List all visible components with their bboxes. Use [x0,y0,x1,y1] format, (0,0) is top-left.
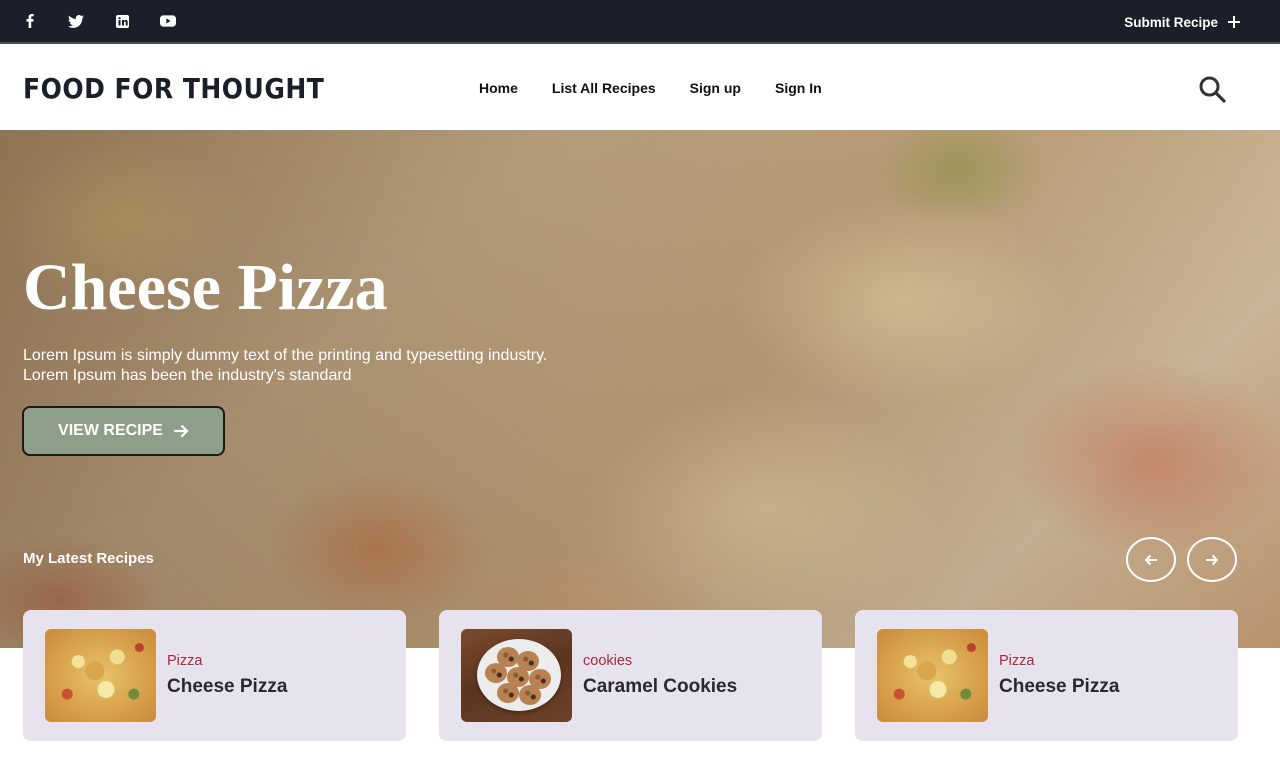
nav-list-all-recipes[interactable]: List All Recipes [552,80,656,96]
hero-banner: Cheese Pizza Lorem Ipsum is simply dummy… [0,130,1280,648]
recipe-category: Pizza [167,653,203,669]
recipe-card[interactable]: Pizza Cheese Pizza [23,610,406,741]
cookie [485,663,507,683]
nav-sign-in[interactable]: Sign In [775,80,822,96]
hero-background-image [0,130,1280,648]
top-bar: Submit Recipe [0,0,1280,44]
cookie [497,683,519,703]
hero-description: Lorem Ipsum is simply dummy text of the … [23,347,548,384]
plus-icon [1228,16,1240,28]
latest-recipes-list: Pizza Cheese Pizza cookies Caramel Cooki… [0,610,1280,741]
arrow-right-icon [1205,554,1219,566]
carousel-next-button[interactable] [1187,537,1237,582]
youtube-icon[interactable] [160,13,176,29]
recipe-thumbnail-pizza [877,629,988,722]
arrow-left-icon [1144,554,1158,566]
carousel-prev-button[interactable] [1126,537,1176,582]
recipe-card[interactable]: Pizza Cheese Pizza [855,610,1238,741]
recipe-thumbnail-cookies [461,629,572,722]
recipe-card[interactable]: cookies Caramel Cookies [439,610,822,741]
latest-recipes-label: My Latest Recipes [23,550,154,567]
recipe-category: Pizza [999,653,1035,669]
twitter-icon[interactable] [68,13,84,29]
social-links [22,13,206,29]
nav-sign-up[interactable]: Sign up [690,80,741,96]
recipe-title: Cheese Pizza [999,676,1120,697]
recipe-title: Caramel Cookies [583,676,738,697]
search-icon[interactable] [1197,74,1227,104]
recipe-category: cookies [583,653,633,669]
view-recipe-label: VIEW RECIPE [58,422,163,439]
facebook-icon[interactable] [22,13,38,29]
nav-home[interactable]: Home [479,80,518,96]
linkedin-icon[interactable] [114,13,130,29]
recipe-title: Cheese Pizza [167,676,288,697]
hero-title: Cheese Pizza [23,251,388,324]
arrow-right-icon [173,424,189,438]
submit-recipe-label: Submit Recipe [1124,14,1218,30]
main-nav: Home List All Recipes Sign up Sign In [462,46,839,130]
cookie [519,685,541,705]
view-recipe-button[interactable]: VIEW RECIPE [22,406,225,456]
site-header: FOOD FOR THOUGHT Home List All Recipes S… [0,46,1280,130]
submit-recipe-button[interactable]: Submit Recipe [1124,0,1240,44]
site-logo[interactable]: FOOD FOR THOUGHT [23,72,324,104]
recipe-thumbnail-pizza [45,629,156,722]
